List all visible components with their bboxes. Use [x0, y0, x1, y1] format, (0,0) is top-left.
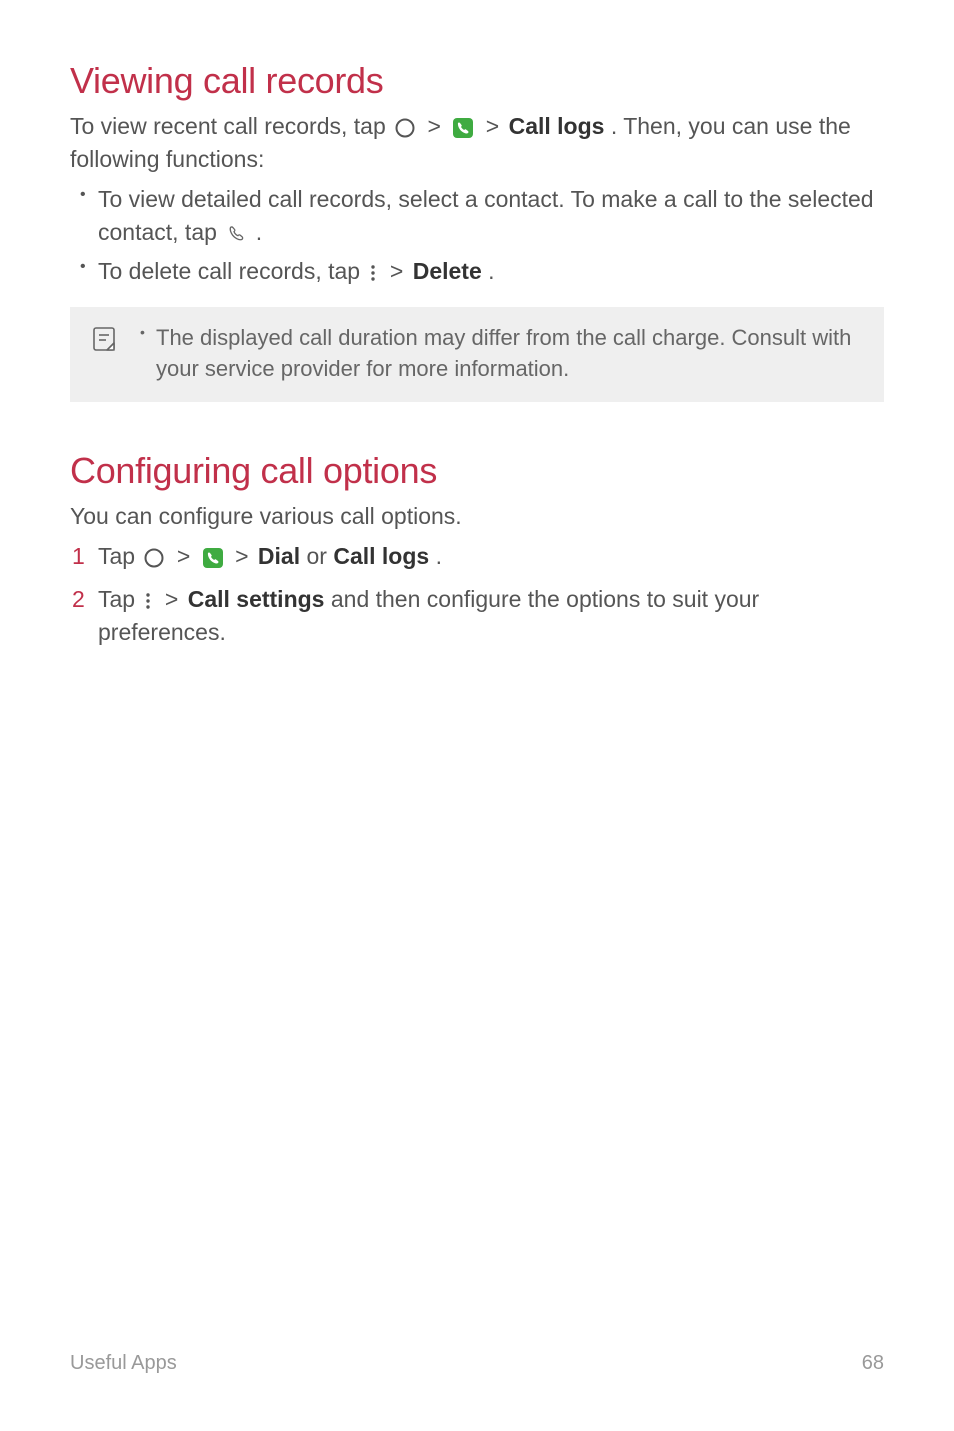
section-heading-viewing-call-records: Viewing call records — [70, 60, 884, 102]
section1-bullets: To view detailed call records, select a … — [70, 183, 884, 289]
delete-label: Delete — [413, 258, 482, 284]
separator-chevron: > — [390, 258, 403, 284]
section-heading-configuring-call-options: Configuring call options — [70, 450, 884, 492]
note-box: The displayed call duration may differ f… — [70, 307, 884, 403]
phone-app-icon — [452, 117, 474, 139]
list-item: Tap > Call settings and then configure t… — [98, 583, 884, 650]
circle-icon — [394, 117, 416, 139]
phone-app-icon — [202, 547, 224, 569]
note-text: The displayed call duration may differ f… — [156, 323, 866, 385]
call-outline-icon — [225, 223, 247, 245]
note-icon — [90, 325, 120, 385]
more-dots-icon — [143, 590, 153, 612]
separator-chevron: > — [428, 113, 441, 139]
text-fragment: To view recent call records, tap — [70, 113, 392, 139]
list-item: To delete call records, tap > Delete . — [98, 255, 884, 288]
separator-chevron: > — [486, 113, 499, 139]
page-footer: Useful Apps 68 — [70, 1352, 884, 1375]
footer-section-label: Useful Apps — [70, 1352, 177, 1375]
text-fragment: . — [488, 258, 494, 284]
more-dots-icon — [368, 262, 378, 284]
text-fragment: To delete call records, tap — [98, 258, 366, 284]
list-item: Tap > > Dial or Call logs . — [98, 540, 884, 573]
text-fragment: Tap — [98, 586, 141, 612]
section2-steps: Tap > > Dial or Call logs . Tap > Call s… — [70, 540, 884, 650]
text-fragment: Tap — [98, 543, 141, 569]
call-logs-label: Call logs — [333, 543, 429, 569]
dial-label: Dial — [258, 543, 300, 569]
footer-page-number: 68 — [862, 1352, 884, 1375]
separator-chevron: > — [235, 543, 248, 569]
text-fragment: . — [256, 219, 262, 245]
separator-chevron: > — [165, 586, 178, 612]
separator-chevron: > — [177, 543, 190, 569]
circle-icon — [143, 547, 165, 569]
text-fragment: To view detailed call records, select a … — [98, 186, 874, 245]
call-settings-label: Call settings — [188, 586, 325, 612]
note-list: The displayed call duration may differ f… — [138, 323, 866, 385]
section2-intro: You can configure various call options. — [70, 500, 884, 533]
call-logs-label: Call logs — [509, 113, 605, 139]
section1-intro: To view recent call records, tap > > Cal… — [70, 110, 884, 177]
text-fragment: or — [307, 543, 334, 569]
text-fragment: . — [436, 543, 442, 569]
list-item: To view detailed call records, select a … — [98, 183, 884, 250]
